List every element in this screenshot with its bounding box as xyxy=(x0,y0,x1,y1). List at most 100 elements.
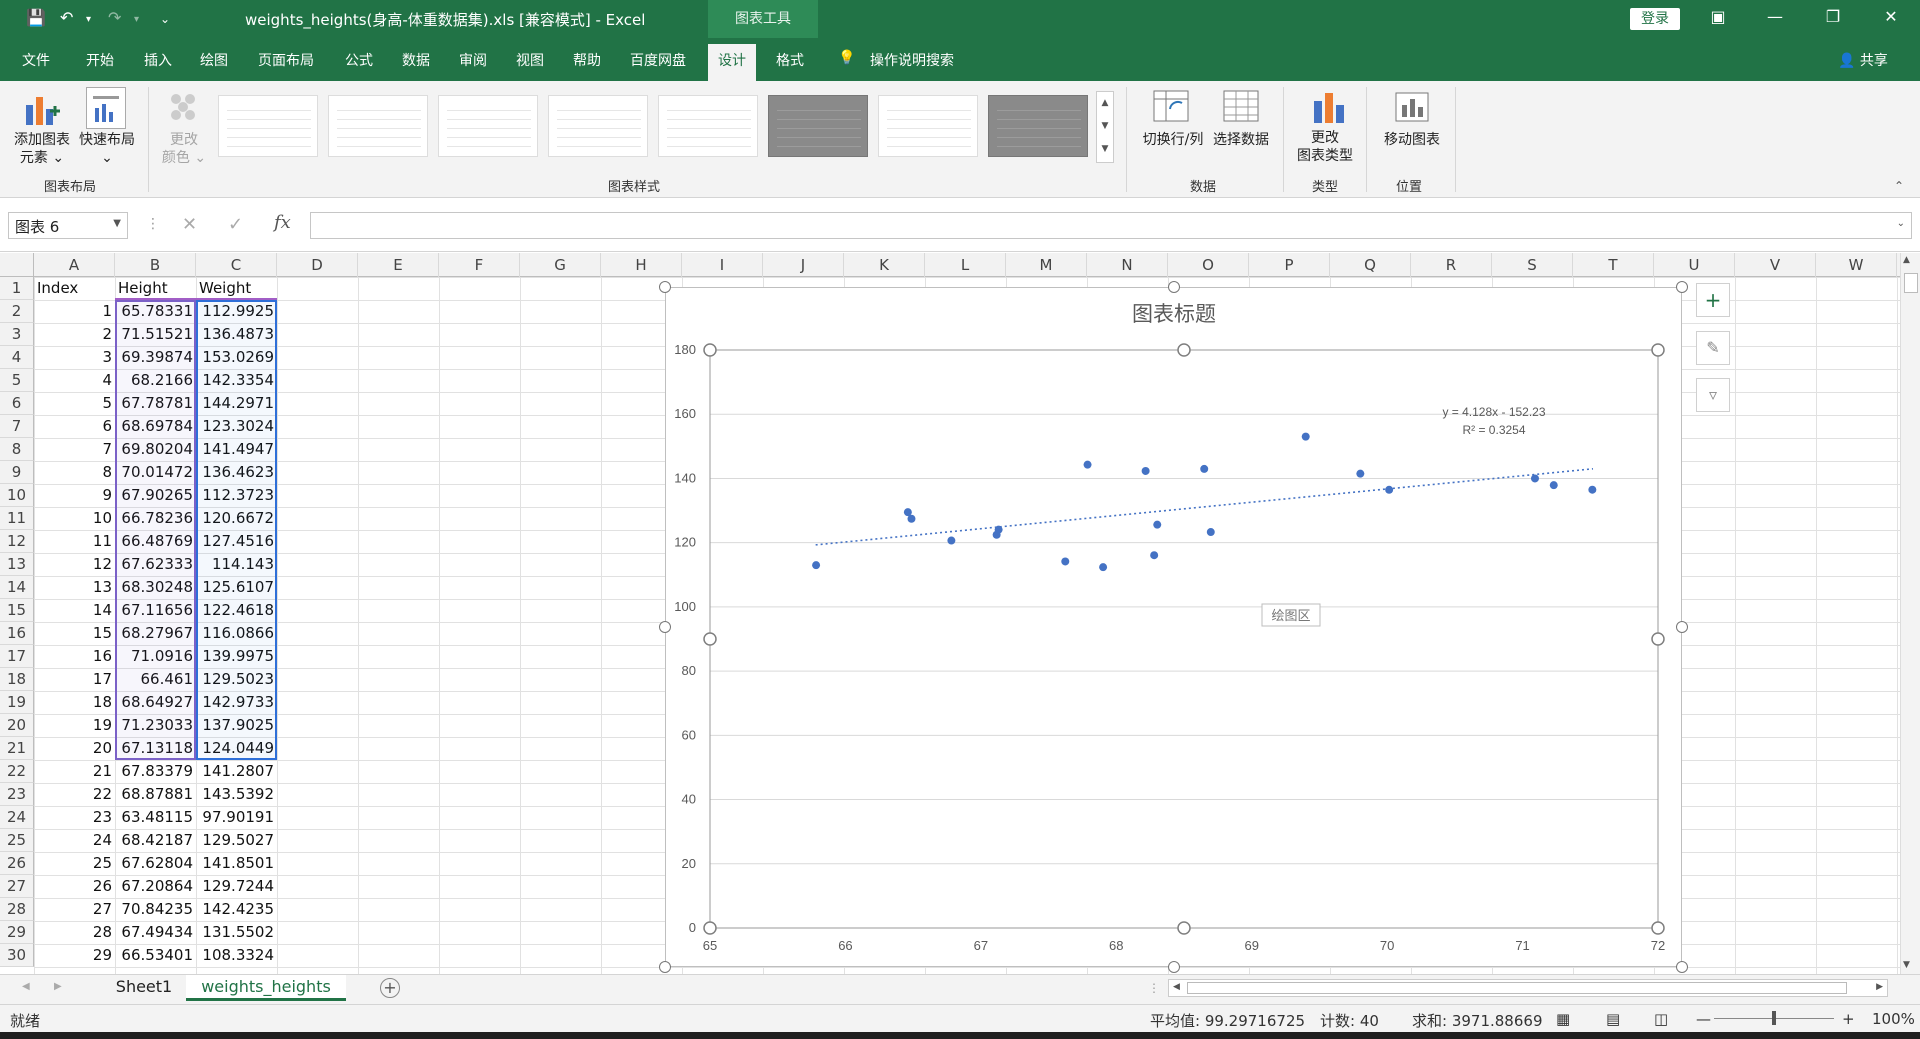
column-header-i[interactable]: I xyxy=(682,253,763,277)
cell[interactable]: 141.2807 xyxy=(196,760,277,783)
cell[interactable]: 131.5502 xyxy=(196,921,277,944)
cell[interactable]: 11 xyxy=(34,530,115,553)
add-chart-element-icon[interactable] xyxy=(20,89,62,131)
sheet-tab-weights-heights[interactable]: weights_heights xyxy=(186,975,346,1001)
column-header-p[interactable]: P xyxy=(1249,253,1330,277)
cell[interactable]: 112.3723 xyxy=(196,484,277,507)
cell[interactable]: 142.4235 xyxy=(196,898,277,921)
cell[interactable]: 67.49434 xyxy=(115,921,196,944)
plot-resize-handle[interactable] xyxy=(703,632,717,646)
row-header-12[interactable]: 12 xyxy=(0,530,34,553)
data-point[interactable] xyxy=(1356,469,1365,478)
undo-icon[interactable]: ↶ xyxy=(60,8,73,27)
data-point[interactable] xyxy=(947,536,956,545)
row-header-6[interactable]: 6 xyxy=(0,392,34,415)
cell[interactable]: 71.51521 xyxy=(115,323,196,346)
trendline-r-squared[interactable]: R² = 0.3254 xyxy=(1462,423,1525,437)
tab-baidu-netdisk[interactable]: 百度网盘 xyxy=(630,50,686,70)
column-header-n[interactable]: N xyxy=(1087,253,1168,277)
cell[interactable]: 143.5392 xyxy=(196,783,277,806)
tab-split-handle[interactable]: ⋮ xyxy=(1148,981,1160,995)
name-box[interactable]: 图表 6 ▼ xyxy=(8,212,128,239)
plot-resize-handle[interactable] xyxy=(1651,343,1665,357)
cell[interactable]: 71.0916 xyxy=(115,645,196,668)
cell[interactable]: 16 xyxy=(34,645,115,668)
cell[interactable]: 68.64927 xyxy=(115,691,196,714)
data-point[interactable] xyxy=(1301,432,1310,441)
cell[interactable]: 6 xyxy=(34,415,115,438)
cancel-icon[interactable]: ✕ xyxy=(182,214,197,235)
cell[interactable]: 14 xyxy=(34,599,115,622)
insert-function-icon[interactable]: fx xyxy=(274,212,291,233)
minimize-button[interactable]: — xyxy=(1760,7,1790,26)
cell[interactable]: 141.4947 xyxy=(196,438,277,461)
column-header-o[interactable]: O xyxy=(1168,253,1249,277)
cell[interactable]: 7 xyxy=(34,438,115,461)
chart-style-5[interactable] xyxy=(658,95,758,157)
chart-style-8[interactable] xyxy=(988,95,1088,157)
data-point[interactable] xyxy=(1385,485,1394,494)
row-header-30[interactable]: 30 xyxy=(0,944,34,967)
column-header-b[interactable]: B xyxy=(115,253,196,277)
cell[interactable]: 144.2971 xyxy=(196,392,277,415)
cell[interactable]: 5 xyxy=(34,392,115,415)
cell[interactable]: 129.5023 xyxy=(196,668,277,691)
zoom-level[interactable]: 100% xyxy=(1872,1010,1915,1028)
tab-home[interactable]: 开始 xyxy=(86,50,114,70)
gallery-scroll[interactable]: ▲ ▼ ▼ xyxy=(1096,91,1114,163)
plot-resize-handle[interactable] xyxy=(703,921,717,935)
cell[interactable]: 66.53401 xyxy=(115,944,196,967)
redo-icon[interactable]: ↷ xyxy=(108,8,121,27)
cell[interactable]: 12 xyxy=(34,553,115,576)
cell[interactable]: 116.0866 xyxy=(196,622,277,645)
login-button[interactable]: 登录 xyxy=(1630,8,1680,30)
plot-resize-handle[interactable] xyxy=(1651,632,1665,646)
next-sheet-icon[interactable]: ▶ xyxy=(54,981,62,992)
cell[interactable]: 69.39874 xyxy=(115,346,196,369)
cell[interactable]: 123.3024 xyxy=(196,415,277,438)
cell[interactable]: 68.42187 xyxy=(115,829,196,852)
chart-resize-handle[interactable] xyxy=(1167,281,1180,293)
cell[interactable]: 136.4873 xyxy=(196,323,277,346)
prev-sheet-icon[interactable]: ◀ xyxy=(22,981,30,992)
cell[interactable]: 108.3324 xyxy=(196,944,277,967)
cell[interactable]: 68.69784 xyxy=(115,415,196,438)
column-header-w[interactable]: W xyxy=(1816,253,1897,277)
chart-filters-icon[interactable]: ▿ xyxy=(1696,378,1730,412)
tab-draw[interactable]: 绘图 xyxy=(200,50,228,70)
chart-style-3[interactable] xyxy=(438,95,538,157)
select-data-button[interactable]: 选择数据 xyxy=(1208,131,1274,149)
row-header-7[interactable]: 7 xyxy=(0,415,34,438)
cell[interactable]: 67.11656 xyxy=(115,599,196,622)
data-point[interactable] xyxy=(1141,466,1150,475)
cell[interactable]: 125.6107 xyxy=(196,576,277,599)
switch-row-column-icon[interactable] xyxy=(1152,87,1192,127)
cell[interactable]: 68.30248 xyxy=(115,576,196,599)
page-layout-view-icon[interactable]: ▤ xyxy=(1606,1010,1620,1028)
row-header-13[interactable]: 13 xyxy=(0,553,34,576)
cell[interactable]: 4 xyxy=(34,369,115,392)
formula-input[interactable]: ⌄ xyxy=(310,212,1912,239)
tab-data[interactable]: 数据 xyxy=(402,50,430,70)
cell[interactable]: 66.78236 xyxy=(115,507,196,530)
column-header-s[interactable]: S xyxy=(1492,253,1573,277)
name-box-dropdown-icon[interactable]: ▼ xyxy=(113,218,121,229)
cell[interactable]: 69.80204 xyxy=(115,438,196,461)
data-point[interactable] xyxy=(1153,520,1162,529)
row-header-15[interactable]: 15 xyxy=(0,599,34,622)
scroll-up-icon[interactable]: ▲ xyxy=(1903,255,1910,265)
move-chart-button[interactable]: 移动图表 xyxy=(1374,131,1450,149)
cell[interactable]: 28 xyxy=(34,921,115,944)
column-header-d[interactable]: D xyxy=(277,253,358,277)
scroll-down-icon[interactable]: ▼ xyxy=(1903,960,1910,970)
tab-view[interactable]: 视图 xyxy=(516,50,544,70)
row-header-26[interactable]: 26 xyxy=(0,852,34,875)
cell[interactable]: 66.461 xyxy=(115,668,196,691)
data-point[interactable] xyxy=(812,561,821,570)
column-header-e[interactable]: E xyxy=(358,253,439,277)
cell[interactable]: 68.27967 xyxy=(115,622,196,645)
column-header-j[interactable]: J xyxy=(763,253,844,277)
cell[interactable]: 142.3354 xyxy=(196,369,277,392)
cell[interactable]: 10 xyxy=(34,507,115,530)
column-header-l[interactable]: L xyxy=(925,253,1006,277)
